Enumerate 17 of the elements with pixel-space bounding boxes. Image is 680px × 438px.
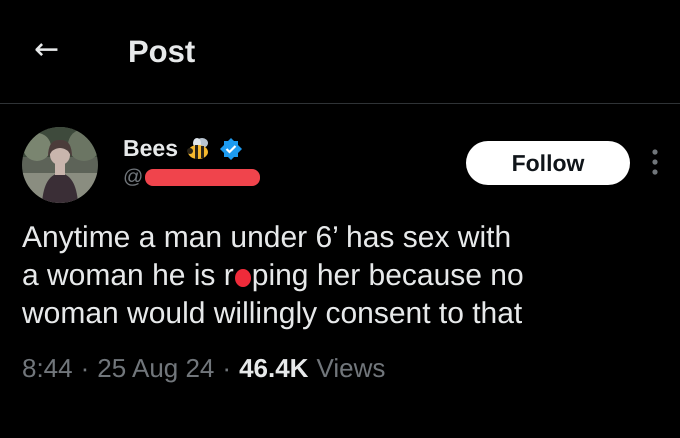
more-options-icon[interactable]	[652, 149, 658, 175]
view-count: 46.4K	[239, 353, 308, 384]
user-handle: @	[123, 166, 144, 189]
author-name[interactable]: Bees	[123, 135, 178, 162]
meta-text: Views	[316, 353, 386, 384]
post-text: woman would willingly consent to that	[22, 297, 522, 330]
follow-button[interactable]: Follow	[466, 141, 630, 185]
separator-dot: ·	[222, 353, 232, 384]
redaction-mark	[234, 269, 251, 287]
meta-text: 8:44	[22, 353, 73, 384]
back-arrow-icon[interactable]: ←	[34, 34, 58, 64]
post-text: a woman he is r	[22, 259, 234, 292]
separator-dot: ·	[80, 353, 90, 384]
post-text: Anytime a man under 6’ has sex with	[22, 221, 512, 254]
meta-text: 25 Aug 24	[97, 353, 214, 384]
post-text: ping her because no	[252, 259, 524, 292]
page-title: Post	[128, 34, 196, 70]
